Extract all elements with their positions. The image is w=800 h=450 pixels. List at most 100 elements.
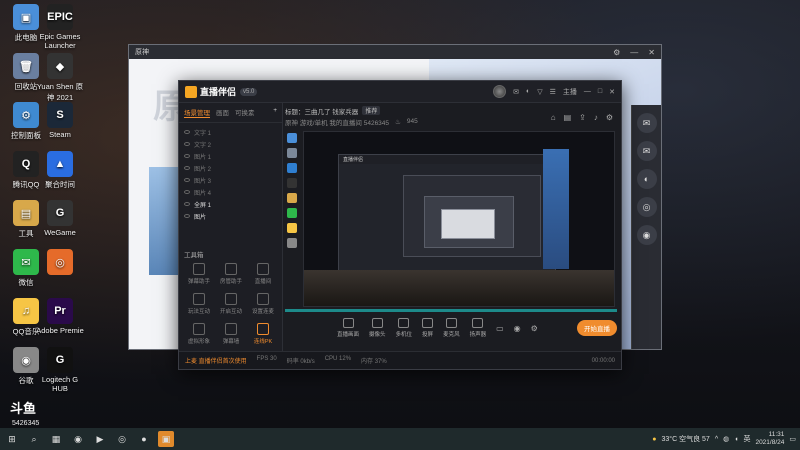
settings-icon[interactable]: ⚙ xyxy=(531,324,538,333)
tool-button[interactable]: 玩法互动 xyxy=(183,293,215,315)
clock[interactable]: 11:31 2021/8/24 xyxy=(755,431,784,447)
tray-arrow-icon[interactable]: ^ xyxy=(715,436,718,443)
stream-preview[interactable]: 直播伴侣 xyxy=(303,131,615,307)
close-icon[interactable]: ✕ xyxy=(609,88,615,96)
back-window-titlebar[interactable]: 原神 ⚙ — ✕ xyxy=(129,45,661,59)
control-icon xyxy=(398,318,410,328)
share-icon[interactable]: ⇪ xyxy=(579,113,586,122)
tool-button[interactable]: 连线PK xyxy=(247,323,279,345)
eye-icon[interactable] xyxy=(184,142,190,146)
desktop-icon[interactable]: ▲ 聚合时间 xyxy=(34,151,86,190)
taskbar-app-icon[interactable]: ▣ xyxy=(158,431,174,447)
avatar[interactable] xyxy=(493,85,507,98)
tool-button[interactable]: 弹幕助手 xyxy=(183,263,215,285)
language-indicator[interactable]: 英 xyxy=(743,434,750,444)
notification-icon[interactable]: ▭ xyxy=(789,435,796,443)
control-label: 摄像头 xyxy=(369,332,386,338)
live-control-button[interactable]: 投屏 xyxy=(422,318,433,338)
scene-row[interactable]: 图片 4 xyxy=(184,186,277,198)
desktop-icon[interactable]: Pr Adobe Premie xyxy=(34,298,86,335)
desktop-icon[interactable]: G Logitech G HUB xyxy=(34,347,86,393)
tool-button[interactable]: 开启互动 xyxy=(215,293,247,315)
live-control-button[interactable]: 摄像头 xyxy=(369,318,386,338)
desktop-icon[interactable]: S Steam xyxy=(34,102,86,139)
scene-row[interactable]: 图片 2 xyxy=(184,162,277,174)
tab-scenes[interactable]: 场景管理 xyxy=(184,107,210,118)
bell-icon[interactable]: ♪ xyxy=(594,113,598,122)
eye-icon[interactable] xyxy=(184,166,190,170)
live-control-button[interactable]: 麦克风 xyxy=(443,318,460,338)
control-label: 扬声器 xyxy=(469,332,487,338)
settings-icon[interactable]: ⚙ xyxy=(606,113,613,122)
desktop-icon[interactable]: EPIC Epic Games Launcher xyxy=(34,4,86,50)
tool-button[interactable]: 房管助手 xyxy=(215,263,247,285)
scene-row[interactable]: 图片 1 xyxy=(184,150,277,162)
stream-title[interactable]: 标题：三曲几了 钱家兵器 xyxy=(285,106,358,116)
search-icon[interactable]: ⌕ xyxy=(26,431,42,447)
desktop-icon[interactable]: ◎ xyxy=(34,249,86,277)
taskbar-app-icon[interactable]: ◉ xyxy=(70,431,86,447)
status-warning[interactable]: 上麦 直播伴侣首次使用 xyxy=(185,356,247,365)
share-icon[interactable]: ◉ xyxy=(636,225,657,245)
message-icon[interactable]: ✉ xyxy=(513,88,519,96)
settings-icon[interactable]: ⚙ xyxy=(613,48,620,57)
start-icon[interactable]: ⊞ xyxy=(4,431,20,447)
minimize-icon[interactable]: — xyxy=(584,88,591,95)
maximize-icon[interactable]: □ xyxy=(598,88,602,95)
network-icon[interactable]: ◍ xyxy=(723,435,729,443)
weibo-icon[interactable]: ◐ xyxy=(636,169,657,189)
toolbox-title: 工具箱 xyxy=(184,252,204,259)
volume-icon[interactable]: ◖ xyxy=(734,436,738,443)
app-name: 直播伴侣 xyxy=(200,87,237,97)
taskbar-app-icon[interactable]: ● xyxy=(136,431,152,447)
go-live-button[interactable]: 开始直播 xyxy=(577,320,617,336)
scene-row[interactable]: 全屏 1 xyxy=(184,198,277,210)
tool-button[interactable]: 虚拟形象 xyxy=(183,323,215,345)
shop-icon[interactable]: ▤ xyxy=(564,113,572,122)
chat-icon[interactable]: ✉ xyxy=(636,113,657,133)
eye-icon[interactable] xyxy=(184,154,190,158)
scene-row[interactable]: 文字 2 xyxy=(184,138,277,150)
eye-icon[interactable] xyxy=(184,214,190,218)
tool-button[interactable]: 直播间 xyxy=(247,263,279,285)
wechat-icon[interactable]: ✉ xyxy=(636,141,657,161)
live-control-button[interactable]: 直播画面 xyxy=(337,318,359,338)
live-control-button[interactable]: 多机位 xyxy=(396,318,412,338)
tool-button[interactable]: 设置连麦 xyxy=(247,293,279,315)
menu-icon[interactable]: ☰ xyxy=(550,88,556,96)
taskbar-app-icon[interactable]: ▦ xyxy=(48,431,64,447)
desktop-icon-label: Steam xyxy=(49,130,71,139)
eye-icon[interactable]: ◉ xyxy=(514,324,521,333)
eye-icon[interactable] xyxy=(184,130,190,134)
social-sidebar: ✉ ✉ ◐ ◎ ◉ xyxy=(631,105,661,349)
live-control-button[interactable]: 扬声器 xyxy=(469,318,487,338)
close-icon[interactable]: ✕ xyxy=(648,48,655,57)
desktop-icon[interactable]: ◆ Yuan Shen 原神 2021 xyxy=(34,53,86,103)
tool-label: 弹幕墙 xyxy=(222,339,240,345)
recommend-tag[interactable]: 推荐 xyxy=(362,106,381,115)
taskbar-app-icon[interactable]: ◎ xyxy=(114,431,130,447)
streaming-app-window[interactable]: 直播伴侣 v5.0 ✉ ◐ ▽ ☰ 主播 — □ ✕ 场景管理 画面 可换素 +… xyxy=(178,80,622,370)
desktop-icon-label: Epic Games Launcher xyxy=(39,32,81,50)
weather-icon[interactable]: ● xyxy=(652,436,656,443)
tool-button[interactable]: 弹幕墙 xyxy=(215,323,247,345)
gift-icon[interactable]: ⌂ xyxy=(551,113,556,122)
eye-icon[interactable] xyxy=(184,178,190,182)
tab-materials[interactable]: 可换素 xyxy=(235,107,255,118)
add-scene-icon[interactable]: + xyxy=(273,107,277,118)
desktop-icon[interactable]: G WeGame xyxy=(34,200,86,237)
tab-canvas[interactable]: 画面 xyxy=(216,107,229,118)
minimize-icon[interactable]: — xyxy=(630,48,638,57)
skin-icon[interactable]: ◐ xyxy=(526,88,530,95)
eye-icon[interactable] xyxy=(184,190,190,194)
control-label: 直播画面 xyxy=(337,332,360,338)
bilibili-icon[interactable]: ◎ xyxy=(636,197,657,217)
scene-row[interactable]: 文字 1 xyxy=(184,126,277,138)
scene-row[interactable]: 图片 3 xyxy=(184,174,277,186)
scene-row[interactable]: 图片 xyxy=(184,210,277,222)
filter-icon[interactable]: ▽ xyxy=(537,88,542,96)
weather-text[interactable]: 33°C 空气良 57 xyxy=(661,434,709,444)
eye-icon[interactable] xyxy=(184,202,190,206)
camera-flip-icon[interactable]: ▭ xyxy=(496,324,504,333)
taskbar-app-icon[interactable]: ▶ xyxy=(92,431,108,447)
